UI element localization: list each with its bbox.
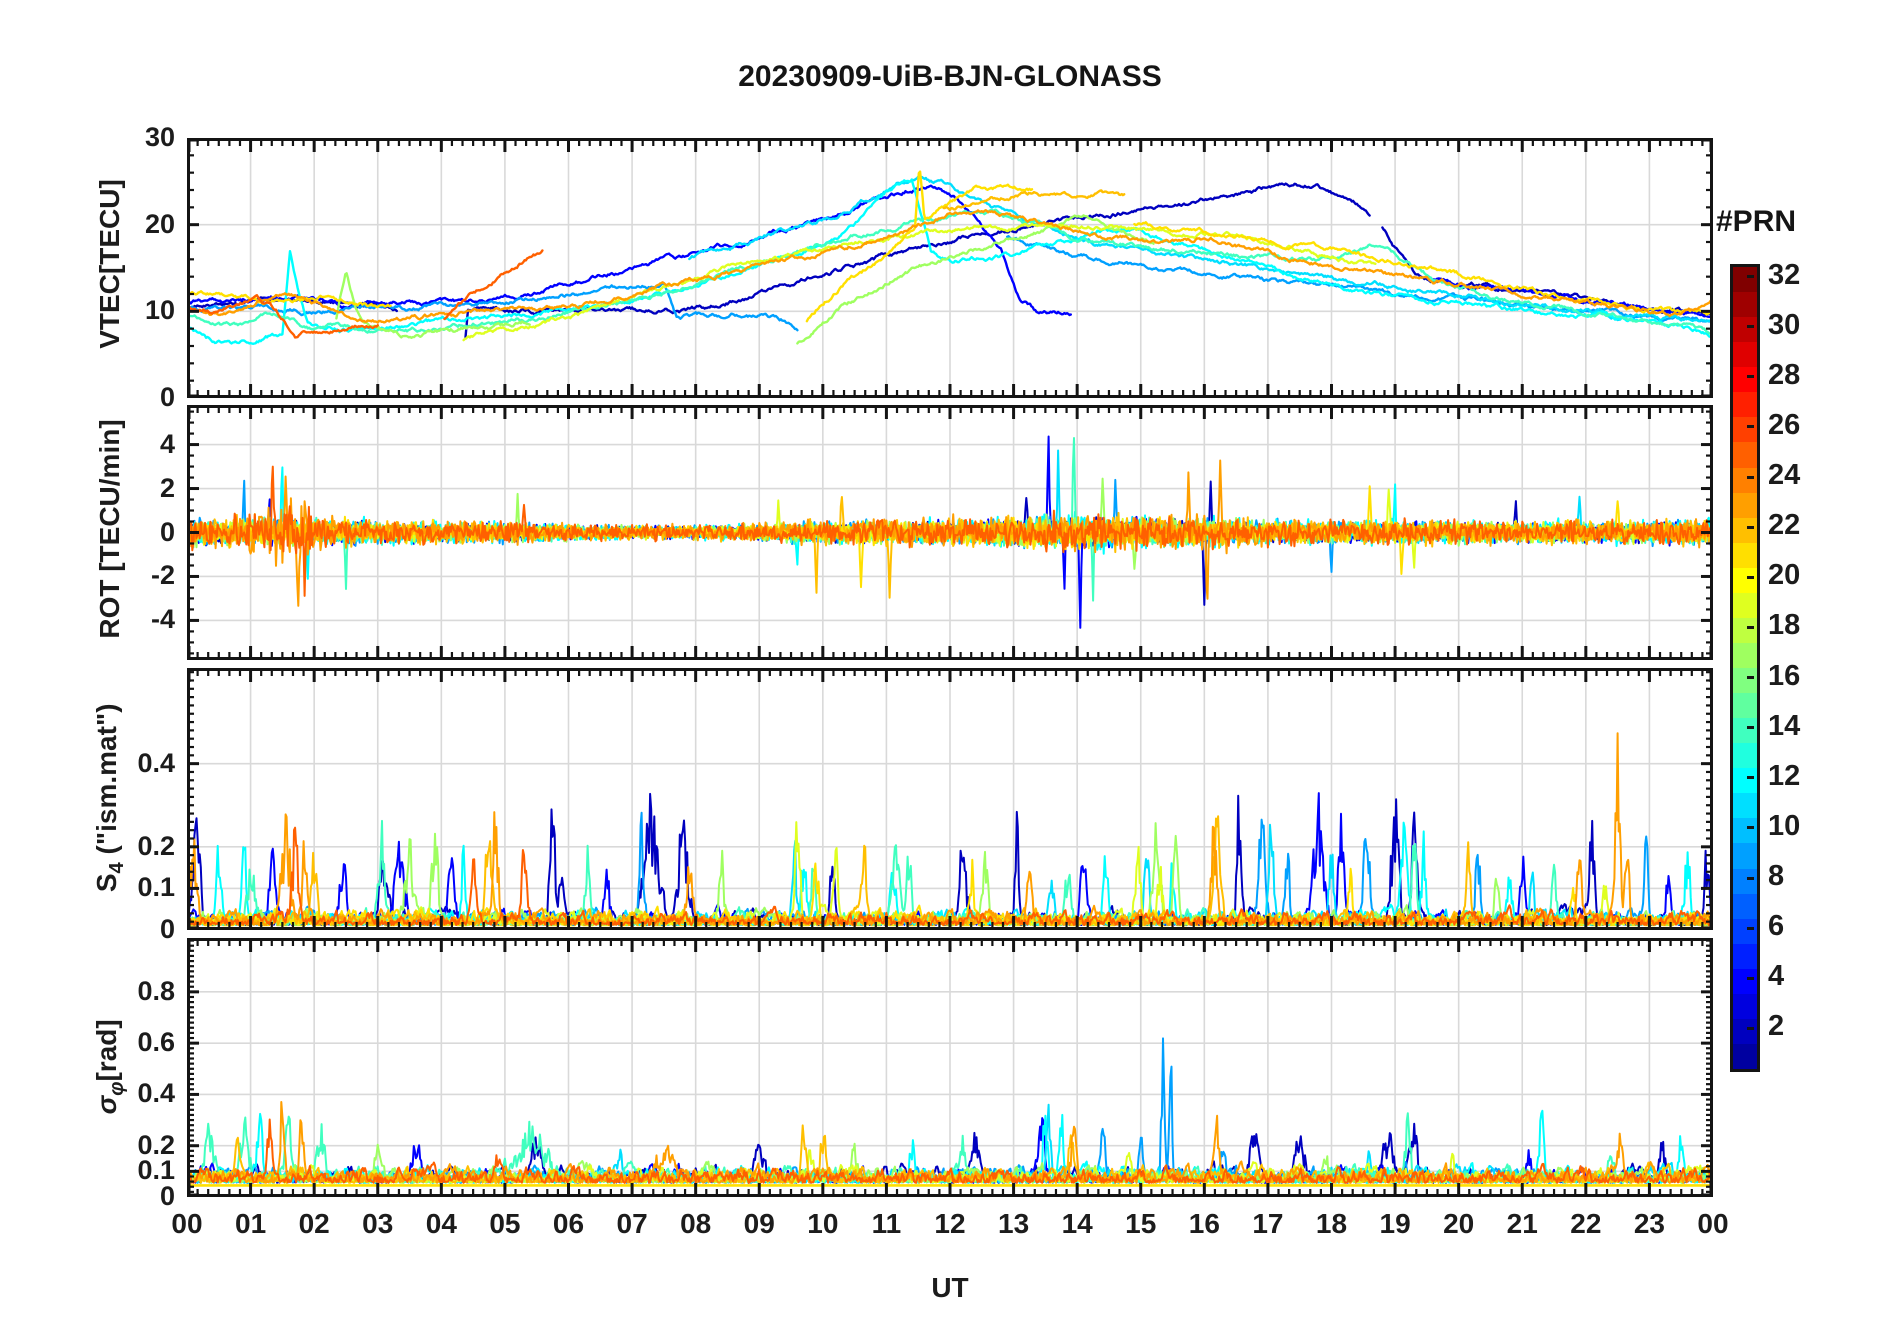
colorbar-tick-label: 30 (1768, 308, 1801, 341)
glonass-ionosphere-chart: 20230909-UiB-BJN-GLONASS UT #PRN 0 10 20 30… (0, 0, 1902, 1330)
colorbar-segment (1733, 868, 1757, 894)
colorbar-segment (1733, 442, 1757, 468)
colorbar-segment (1733, 1018, 1757, 1044)
colorbar-segment (1733, 567, 1757, 593)
colorbar-tick-label: 22 (1768, 509, 1801, 542)
prn-colorbar (1730, 264, 1760, 1072)
colorbar-segment (1733, 918, 1757, 944)
colorbar-segment (1733, 768, 1757, 794)
colorbar-segment (1733, 617, 1757, 643)
colorbar-segment (1733, 693, 1757, 719)
plot-title: 20230909-UiB-BJN-GLONASS (738, 60, 1162, 93)
y-label-part: ("ism.mat") (91, 703, 123, 863)
colorbar-tick-label: 8 (1768, 860, 1785, 893)
colorbar-segment (1733, 367, 1757, 393)
colorbar-tick (1747, 575, 1754, 579)
colorbar-tick-label: 6 (1768, 910, 1785, 943)
colorbar-tick (1747, 1026, 1754, 1030)
colorbar-tick-label: 4 (1768, 960, 1785, 993)
colorbar-tick (1747, 726, 1754, 730)
prn-22-series-line (942, 189, 1126, 212)
colorbar-tick (1747, 275, 1754, 279)
colorbar-tick-label: 28 (1768, 358, 1801, 391)
colorbar-segment (1733, 592, 1757, 618)
colorbar-segment (1733, 267, 1757, 293)
colorbar-title: #PRN (1716, 205, 1797, 238)
y-label-part: [rad] (91, 1018, 123, 1082)
colorbar-tick-label: 20 (1768, 559, 1801, 592)
colorbar-tick-label: 32 (1768, 258, 1801, 291)
colorbar-tick-label: 10 (1768, 809, 1801, 842)
colorbar-segment (1733, 893, 1757, 919)
colorbar-segment (1733, 1043, 1757, 1069)
colorbar-segment (1733, 467, 1757, 493)
colorbar-tick (1747, 926, 1754, 930)
colorbar-tick-label: 14 (1768, 709, 1801, 742)
colorbar-tick-label: 26 (1768, 408, 1801, 441)
colorbar-tick-label: 18 (1768, 609, 1801, 642)
grid-lines (187, 138, 1713, 398)
colorbar-tick (1747, 375, 1754, 379)
colorbar-segment (1733, 317, 1757, 343)
vtec-panel (187, 138, 1713, 398)
sigma-panel (187, 938, 1713, 1197)
y-label-part: φ (105, 1081, 128, 1096)
colorbar-segment (1733, 392, 1757, 418)
s4-panel (187, 668, 1713, 930)
colorbar-tick-label: 2 (1768, 1010, 1785, 1043)
colorbar-tick (1747, 425, 1754, 429)
colorbar-segment (1733, 417, 1757, 443)
colorbar-tick-label: 24 (1768, 459, 1801, 492)
colorbar-tick (1747, 676, 1754, 680)
colorbar-segment (1733, 743, 1757, 769)
rot-panel (187, 405, 1713, 660)
x-axis-label: UT (931, 1272, 969, 1303)
colorbar-segment (1733, 793, 1757, 819)
colorbar-tick-label: 16 (1768, 659, 1801, 692)
colorbar-segment (1733, 843, 1757, 869)
colorbar-tick (1747, 625, 1754, 629)
colorbar-tick (1747, 826, 1754, 830)
colorbar-segment (1733, 517, 1757, 543)
colorbar-tick-label: 12 (1768, 759, 1801, 792)
colorbar-segment (1733, 668, 1757, 694)
colorbar-tick (1747, 325, 1754, 329)
colorbar-tick (1747, 876, 1754, 880)
x-tick-label: 00 (1697, 1208, 1729, 1239)
colorbar-segment (1733, 943, 1757, 969)
prn-19-series-line (462, 222, 1377, 342)
colorbar-segment (1733, 718, 1757, 744)
colorbar-segment (1733, 968, 1757, 994)
colorbar-segment (1733, 542, 1757, 568)
colorbar-segment (1733, 642, 1757, 668)
colorbar-tick (1747, 475, 1754, 479)
colorbar-segment (1733, 818, 1757, 844)
y-label-part: σ (91, 1095, 123, 1114)
colorbar-tick (1747, 976, 1754, 980)
colorbar-segment (1733, 342, 1757, 368)
colorbar-segment (1733, 993, 1757, 1019)
colorbar-segment (1733, 492, 1757, 518)
colorbar-segment (1733, 292, 1757, 318)
sigma-axis-title: σφ[rad] (91, 866, 129, 1266)
colorbar-tick (1747, 776, 1754, 780)
colorbar-tick (1747, 525, 1754, 529)
grid-lines (187, 668, 1713, 930)
